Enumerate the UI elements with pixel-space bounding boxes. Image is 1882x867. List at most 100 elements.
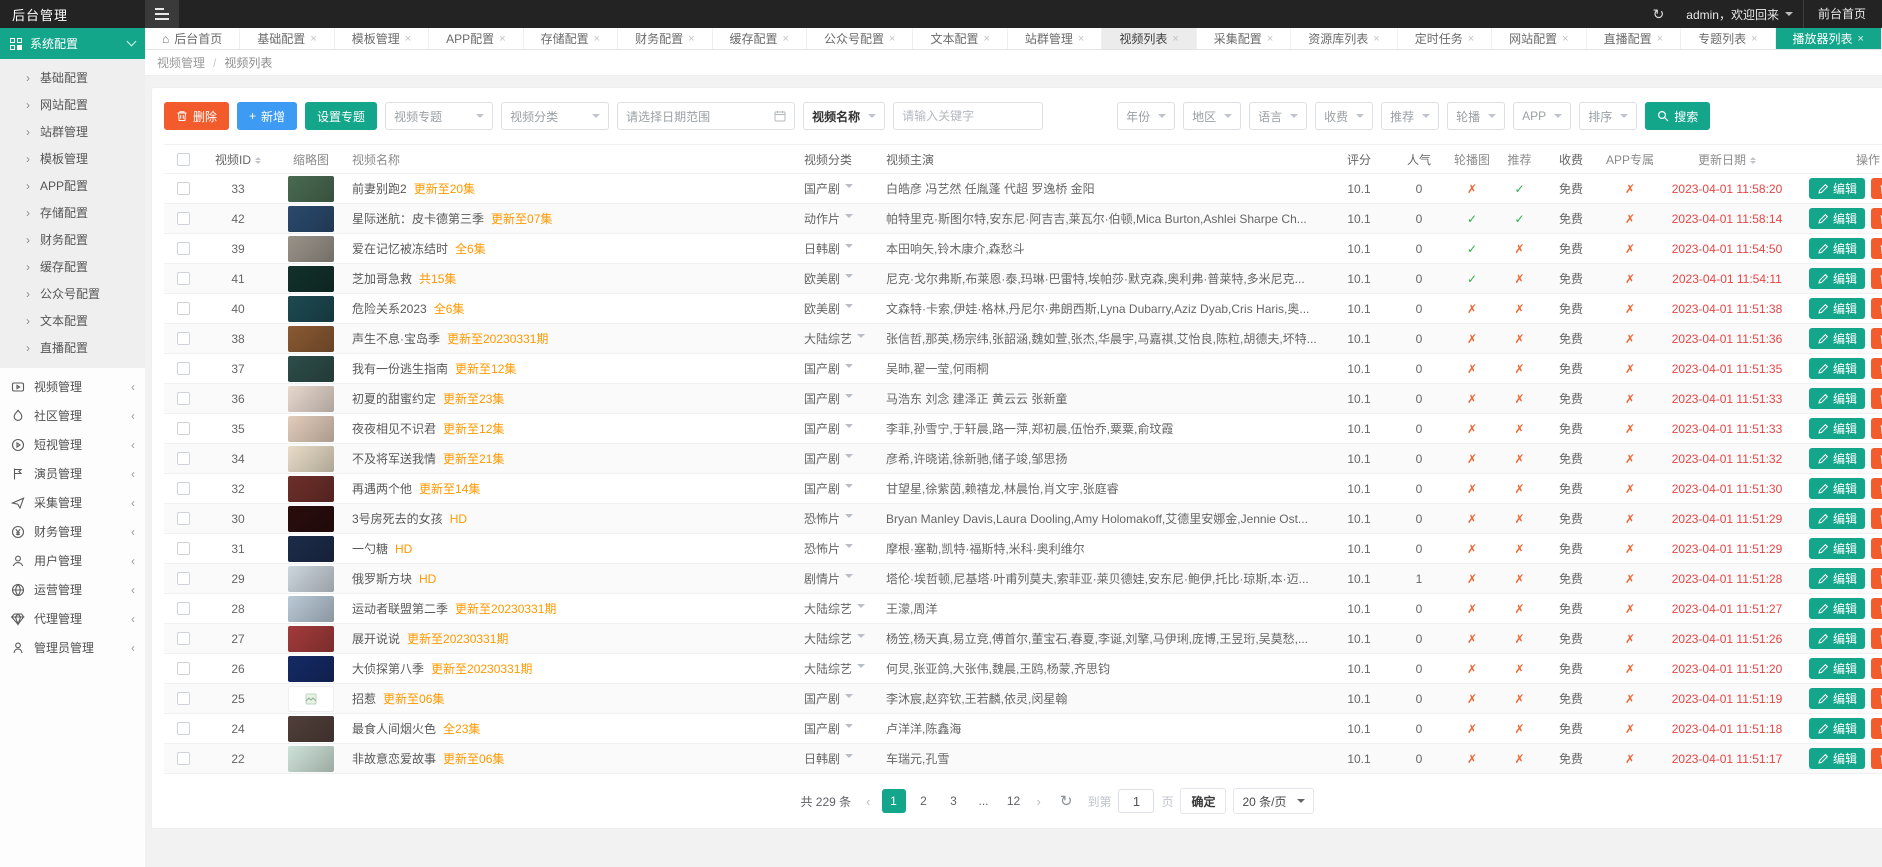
page-size-select[interactable]: 20 条/页 [1233,788,1313,814]
edit-button[interactable]: 编辑 [1809,238,1865,259]
delete-row-button[interactable]: 删除 [1871,448,1882,469]
video-title[interactable]: 声生不息·宝岛季 [352,332,440,346]
edit-button[interactable]: 编辑 [1809,448,1865,469]
filter-select-地区[interactable]: 地区 [1183,102,1241,130]
video-title[interactable]: 非故意恋爱故事 [352,752,436,766]
delete-button[interactable]: 删除 [164,102,229,130]
app-exclusive-cell[interactable]: ✗ [1599,182,1661,196]
edit-button[interactable]: 编辑 [1809,358,1865,379]
add-button[interactable]: + 新增 [237,102,297,130]
close-icon[interactable]: × [889,33,895,45]
delete-row-button[interactable]: 删除 [1871,178,1882,199]
search-field-select[interactable]: 视频名称 [803,102,885,130]
carousel-cell[interactable]: ✗ [1448,362,1496,376]
recommend-cell[interactable]: ✗ [1496,512,1543,526]
edit-button[interactable]: 编辑 [1809,658,1865,679]
app-exclusive-cell[interactable]: ✗ [1599,452,1661,466]
video-title[interactable]: 不及将军送我情 [352,452,436,466]
carousel-cell[interactable]: ✗ [1448,452,1496,466]
next-page-icon[interactable]: › [1033,794,1045,809]
delete-row-button[interactable]: 删除 [1871,328,1882,349]
row-checkbox[interactable] [177,662,190,675]
edit-button[interactable]: 编辑 [1809,418,1865,439]
page-2[interactable]: 2 [912,789,936,813]
video-title[interactable]: 一勺糖 [352,542,388,556]
carousel-cell[interactable]: ✗ [1448,542,1496,556]
category-cell[interactable]: 大陆综艺 [800,630,882,647]
sidebar-sub-item-存储配置[interactable]: ›存储配置 [0,200,145,227]
video-title[interactable]: 3号房死去的女孩 [352,512,443,526]
app-exclusive-cell[interactable]: ✗ [1599,602,1661,616]
app-exclusive-cell[interactable]: ✗ [1599,212,1661,226]
category-cell[interactable]: 日韩剧 [800,240,882,257]
tab-存储配置[interactable]: 存储配置× [524,28,618,49]
category-cell[interactable]: 国产剧 [800,390,882,407]
filter-select-语言[interactable]: 语言 [1249,102,1307,130]
row-checkbox[interactable] [177,632,190,645]
video-title[interactable]: 芝加哥急救 [352,272,412,286]
recommend-cell[interactable]: ✗ [1496,422,1543,436]
category-cell[interactable]: 国产剧 [800,480,882,497]
row-checkbox[interactable] [177,332,190,345]
recommend-cell[interactable]: ✗ [1496,482,1543,496]
user-menu[interactable]: admin，欢迎回来 [1686,6,1793,23]
edit-button[interactable]: 编辑 [1809,298,1865,319]
close-icon[interactable]: × [1468,33,1474,45]
sidebar-item-演员管理[interactable]: 演员管理‹ [0,459,145,488]
tab-站群管理[interactable]: 站群管理× [1008,28,1102,49]
close-icon[interactable]: × [1751,33,1757,45]
close-icon[interactable]: × [1657,33,1663,45]
app-exclusive-cell[interactable]: ✗ [1599,422,1661,436]
carousel-cell[interactable]: ✗ [1448,512,1496,526]
sidebar-item-短视管理[interactable]: 短视管理‹ [0,430,145,459]
row-checkbox[interactable] [177,572,190,585]
video-title[interactable]: 最食人间烟火色 [352,722,436,736]
carousel-cell[interactable]: ✗ [1448,392,1496,406]
delete-row-button[interactable]: 删除 [1871,418,1882,439]
close-icon[interactable]: × [783,33,789,45]
close-icon[interactable]: × [1172,33,1178,45]
recommend-cell[interactable]: ✗ [1496,692,1543,706]
recommend-cell[interactable]: ✗ [1496,632,1543,646]
sidebar-item-运营管理[interactable]: 运营管理‹ [0,575,145,604]
app-exclusive-cell[interactable]: ✗ [1599,512,1661,526]
filter-select-推荐[interactable]: 推荐 [1381,102,1439,130]
app-exclusive-cell[interactable]: ✗ [1599,242,1661,256]
delete-row-button[interactable]: 删除 [1871,298,1882,319]
delete-row-button[interactable]: 删除 [1871,268,1882,289]
edit-button[interactable]: 编辑 [1809,268,1865,289]
video-title[interactable]: 展开说说 [352,632,400,646]
carousel-cell[interactable]: ✗ [1448,572,1496,586]
reload-icon[interactable]: ↻ [1060,792,1073,810]
carousel-cell[interactable]: ✗ [1448,332,1496,346]
category-cell[interactable]: 国产剧 [800,720,882,737]
delete-row-button[interactable]: 删除 [1871,238,1882,259]
carousel-cell[interactable]: ✗ [1448,752,1496,766]
tab-后台首页[interactable]: ⌂后台首页 [145,28,240,49]
delete-row-button[interactable]: 删除 [1871,358,1882,379]
filter-select-年份[interactable]: 年份 [1117,102,1175,130]
carousel-cell[interactable]: ✗ [1448,422,1496,436]
tab-APP配置[interactable]: APP配置× [429,28,523,49]
prev-page-icon[interactable]: ‹ [862,794,874,809]
date-range-picker[interactable]: 请选择日期范围 [617,102,795,130]
recommend-cell[interactable]: ✗ [1496,572,1543,586]
carousel-cell[interactable]: ✗ [1448,482,1496,496]
app-exclusive-cell[interactable]: ✗ [1599,272,1661,286]
sidebar-sub-item-基础配置[interactable]: ›基础配置 [0,65,145,92]
category-cell[interactable]: 恐怖片 [800,540,882,557]
carousel-cell[interactable]: ✗ [1448,302,1496,316]
video-title[interactable]: 危险关系2023 [352,302,427,316]
video-title[interactable]: 星际迷航：皮卡德第三季 [352,212,484,226]
tab-文本配置[interactable]: 文本配置× [913,28,1007,49]
row-checkbox[interactable] [177,302,190,315]
recommend-cell[interactable]: ✗ [1496,242,1543,256]
page-1[interactable]: 1 [882,789,906,813]
video-title[interactable]: 再遇两个他 [352,482,412,496]
carousel-cell[interactable]: ✗ [1448,692,1496,706]
keyword-input[interactable] [893,102,1043,130]
page-12[interactable]: 12 [1002,789,1026,813]
carousel-cell[interactable]: ✗ [1448,182,1496,196]
tab-直播配置[interactable]: 直播配置× [1587,28,1681,49]
carousel-cell[interactable]: ✓ [1448,272,1496,286]
